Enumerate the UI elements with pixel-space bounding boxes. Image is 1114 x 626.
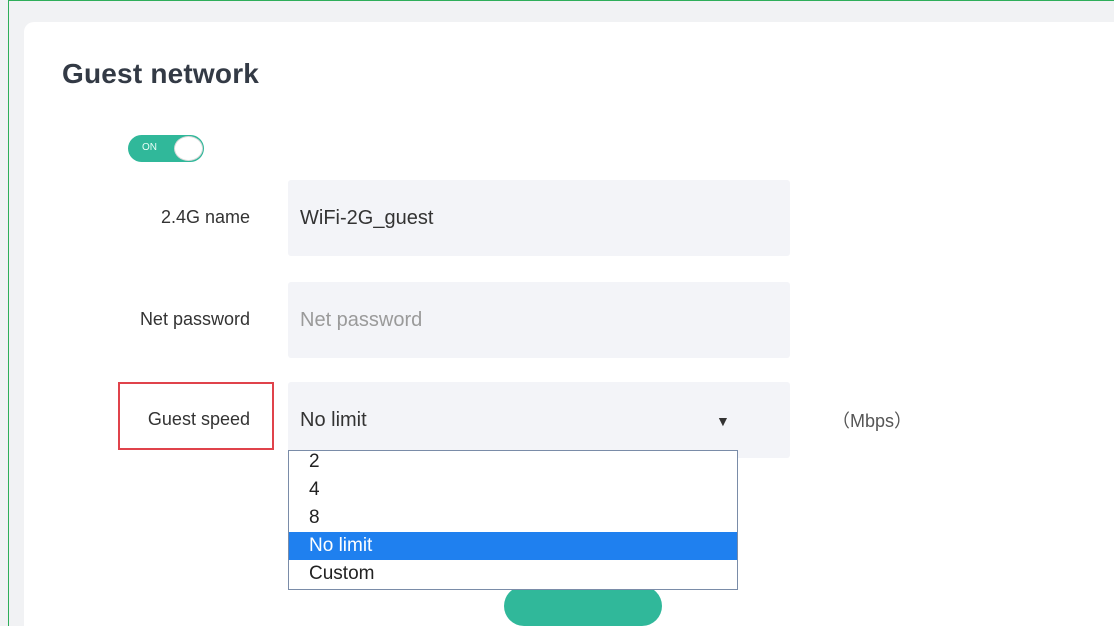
save-button[interactable] [504, 586, 662, 626]
guest-network-toggle[interactable]: ON [128, 135, 204, 162]
guest-speed-select[interactable]: No limit [288, 382, 790, 458]
dropdown-arrow-icon[interactable]: ▼ [716, 413, 730, 429]
net-password-label: Net password [139, 309, 250, 329]
speed-option-2[interactable]: 2 [289, 451, 737, 476]
guest-speed-highlight-box [118, 382, 274, 450]
speed-option-8[interactable]: 8 [289, 504, 737, 532]
speed-dropdown-list[interactable]: 2 4 8 No limit Custom [288, 450, 738, 590]
toggle-label: ON [142, 142, 157, 153]
page-title: Guest network [62, 58, 260, 89]
name-24g-label: 2.4G name [160, 207, 250, 227]
toggle-knob[interactable] [174, 136, 203, 161]
name-24g-input[interactable]: WiFi-2G_guest [288, 180, 790, 256]
speed-option-no-limit[interactable]: No limit [289, 532, 737, 560]
speed-unit-label: （Mbps） [832, 411, 913, 431]
speed-option-4[interactable]: 4 [289, 476, 737, 504]
net-password-input[interactable] [288, 282, 790, 358]
speed-option-custom[interactable]: Custom [289, 560, 737, 588]
guest-speed-value: No limit [300, 408, 367, 431]
